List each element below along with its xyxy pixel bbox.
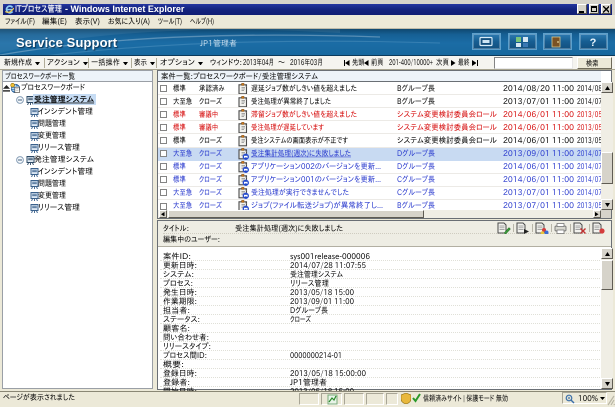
svg-text:?: ?: [590, 37, 597, 49]
